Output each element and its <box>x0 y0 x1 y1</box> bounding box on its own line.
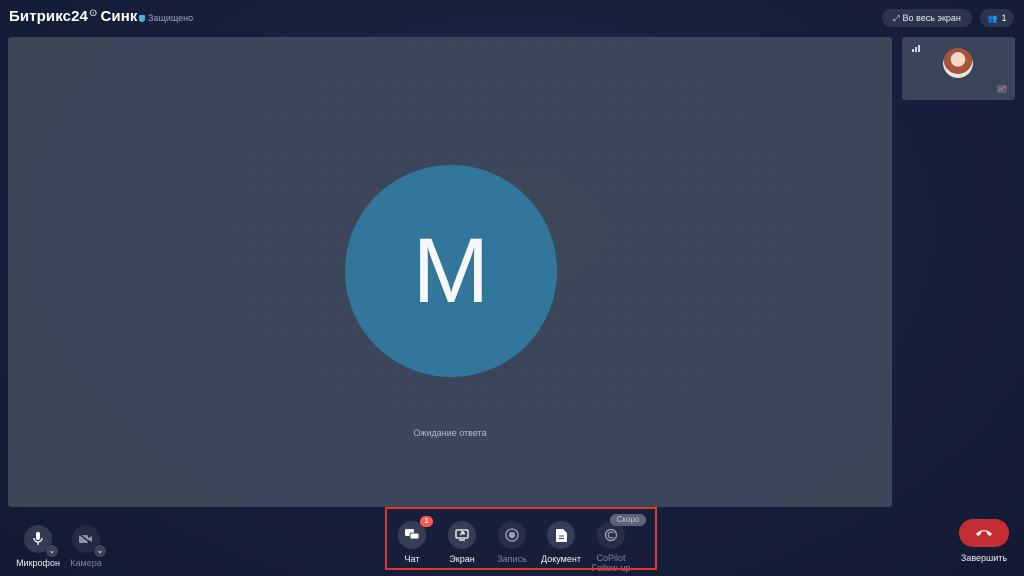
users-icon: 👥 <box>987 14 998 23</box>
self-video-thumbnail[interactable] <box>902 37 1015 100</box>
product-name: Синк <box>100 8 138 25</box>
user-avatar <box>943 48 973 78</box>
main-video-stage: M Ожидание ответа <box>8 37 892 507</box>
app-brand: Битрикс24⊙ Синк <box>9 8 138 25</box>
participants-button[interactable]: 👥 1 <box>980 9 1014 27</box>
end-call-button[interactable]: Завершить <box>956 519 1012 563</box>
call-status-text: Ожидание ответа <box>413 428 487 438</box>
avatar-letter: M <box>412 219 490 322</box>
secure-label: Защищено <box>148 13 194 23</box>
expand-icon: ⤢ <box>893 14 900 23</box>
microphone-button[interactable]: ⌄ Микрофон <box>14 525 62 568</box>
camera-button[interactable]: ⌄ Камера <box>66 525 106 568</box>
camera-options-chevron-icon[interactable]: ⌄ <box>94 545 106 557</box>
camera-off-icon[interactable]: ⌄ <box>72 525 106 557</box>
camera-off-icon <box>997 85 1007 93</box>
camera-label: Камера <box>70 558 102 568</box>
app-name: Битрикс24 <box>9 8 88 25</box>
microphone-label: Микрофон <box>16 558 60 568</box>
participants-count: 1 <box>1001 13 1007 23</box>
fullscreen-label: Во весь экран <box>902 13 961 23</box>
secure-indicator: Защищено <box>139 13 193 23</box>
top-bar: Битрикс24⊙ Синк Защищено ⤢ Во весь экран 👥… <box>0 0 1024 36</box>
signal-icon <box>912 45 921 52</box>
clock-icon: ⊙ <box>88 8 98 19</box>
shield-icon <box>139 15 145 22</box>
hang-up-icon[interactable] <box>959 519 1009 547</box>
end-call-label: Завершить <box>960 553 1008 563</box>
highlight-frame <box>385 507 657 570</box>
microphone-options-chevron-icon[interactable]: ⌄ <box>46 545 58 557</box>
fullscreen-button[interactable]: ⤢ Во весь экран <box>882 9 972 27</box>
participant-avatar: M <box>345 165 557 377</box>
microphone-icon[interactable]: ⌄ <box>24 525 58 557</box>
